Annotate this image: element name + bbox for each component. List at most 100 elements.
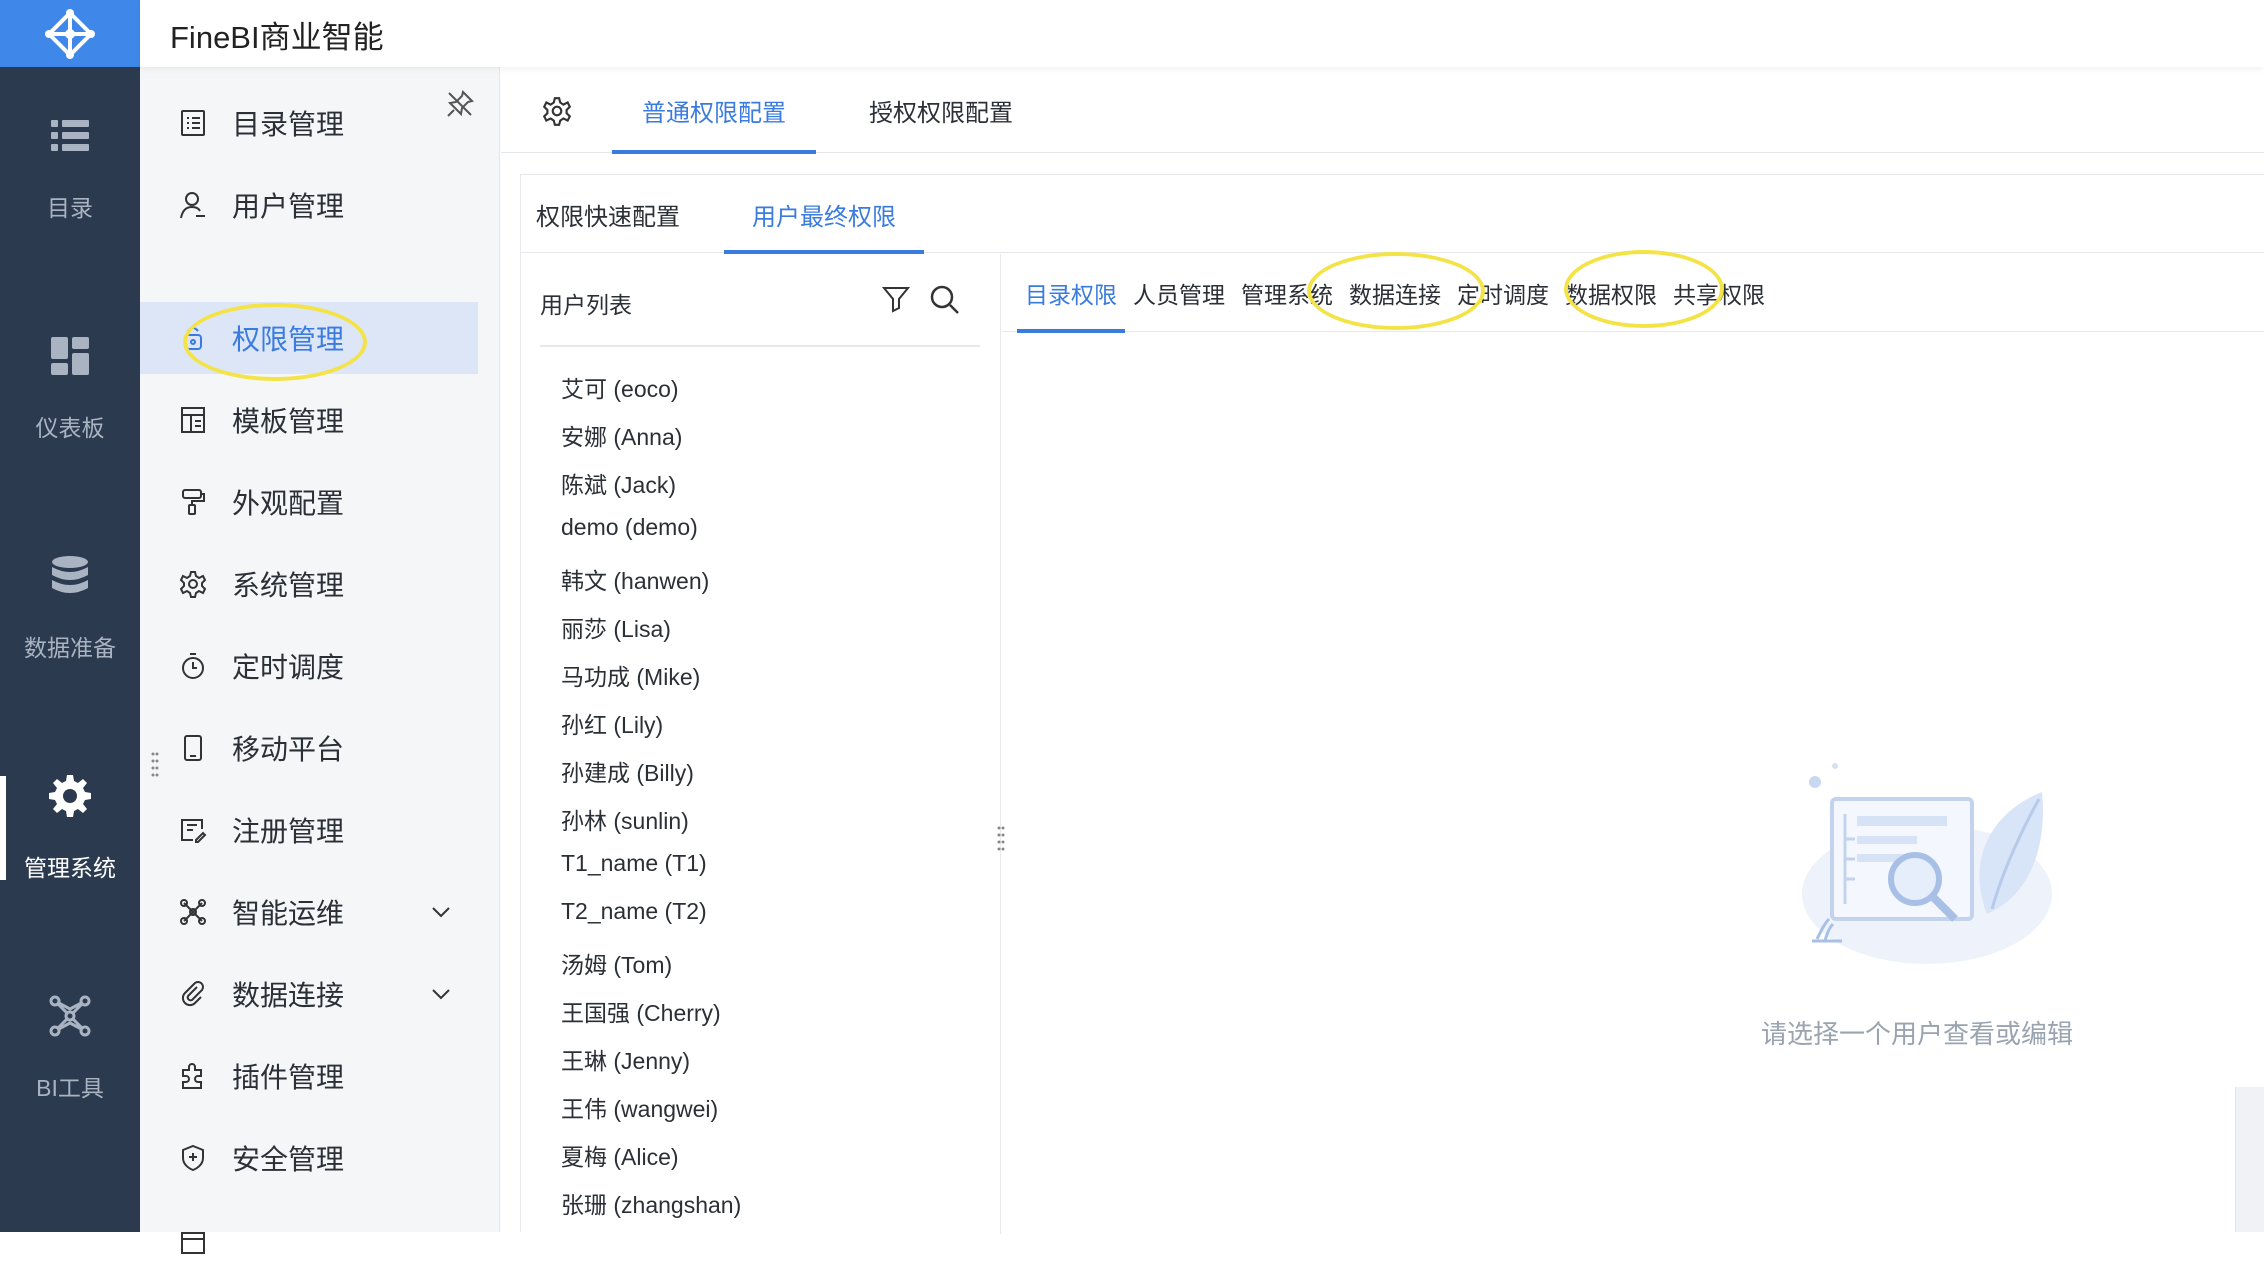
side-drawer-handle[interactable]	[2235, 1087, 2264, 1232]
sidebar-item-catalog[interactable]: 目录管理	[140, 87, 478, 159]
user-list-item[interactable]: 韩文 (hanwen)	[561, 562, 709, 596]
sidebar-item-system[interactable]: 系统管理	[140, 548, 478, 620]
tab-normal-permission[interactable]: 普通权限配置	[612, 67, 816, 154]
tab-quick-config[interactable]: 权限快速配置	[533, 175, 683, 253]
search-icon[interactable]	[929, 284, 961, 316]
user-list-panel: 用户列表 艾可 (eoco) 安娜 (Anna) 陈斌 (Jack) demo (de…	[521, 254, 1001, 1234]
divider	[540, 345, 980, 347]
tab-personnel[interactable]: 人员管理	[1125, 254, 1233, 332]
rail-item-bi-tools[interactable]: BI工具	[0, 958, 140, 1138]
database-icon	[52, 556, 88, 593]
sidebar-item-label: 权限管理	[232, 324, 345, 355]
user-list-item[interactable]: T1_name (T1)	[561, 850, 707, 877]
resize-handle[interactable]	[150, 751, 160, 779]
sub-tab-bar: 权限快速配置 用户最终权限	[521, 175, 2264, 254]
sidebar-item-appearance[interactable]: 外观配置	[140, 466, 478, 538]
sidebar-item-plugins[interactable]: 插件管理	[140, 1040, 478, 1112]
user-list-item[interactable]: 丽莎 (Lisa)	[561, 610, 671, 644]
admin-sidebar: 目录管理 用户管理 权限管理 模板管理 外观配置 系统管理 定时调度 移动平台 …	[140, 67, 500, 1254]
rail-item-data-prep[interactable]: 数据准备	[0, 518, 140, 698]
paint-roller-icon	[182, 489, 205, 515]
gear-icon	[49, 775, 91, 817]
rail-item-admin[interactable]: 管理系统	[0, 738, 140, 918]
logo[interactable]	[0, 0, 140, 67]
sidebar-item-label: 目录管理	[232, 109, 345, 140]
settings-icon	[179, 571, 207, 598]
filter-icon[interactable]	[881, 284, 911, 314]
tab-admin-system[interactable]: 管理系统	[1233, 254, 1341, 332]
sidebar-item-label: 外观配置	[232, 488, 345, 519]
user-list-item[interactable]: 夏梅 (Alice)	[561, 1138, 679, 1172]
user-list-item[interactable]: 安娜 (Anna)	[561, 418, 682, 452]
user-list-item[interactable]: 艾可 (eoco)	[561, 370, 679, 404]
app-title: FineBI商业智能	[170, 20, 384, 55]
template-icon	[181, 407, 205, 433]
permission-tab-bar: 目录权限 人员管理 管理系统 数据连接 定时调度 数据权限 共享权限	[1002, 250, 2264, 333]
user-list-item[interactable]: 汤姆 (Tom)	[561, 946, 672, 980]
user-list-item[interactable]: T2_name (T2)	[561, 898, 707, 925]
user-list-item[interactable]: demo (demo)	[561, 514, 698, 541]
main-content: 普通权限配置 授权权限配置 权限快速配置 用户最终权限 用户列表 艾可 (eoc…	[501, 67, 2264, 1234]
sidebar-item-label: 插件管理	[232, 1062, 345, 1093]
network-icon	[49, 995, 91, 1037]
dashboard-icon	[51, 337, 89, 375]
resize-handle[interactable]	[996, 825, 1006, 853]
rail-label: 数据准备	[24, 635, 116, 661]
tab-schedule[interactable]: 定时调度	[1449, 254, 1557, 332]
register-icon	[181, 819, 207, 843]
top-tab-bar: 普通权限配置 授权权限配置	[501, 67, 2264, 154]
shield-icon	[182, 1144, 204, 1172]
sidebar-item-label: 安全管理	[232, 1144, 345, 1175]
tab-catalog-permission[interactable]: 目录权限	[1017, 254, 1125, 333]
user-list-item[interactable]: 孙红 (Lily)	[561, 706, 663, 740]
ops-icon	[180, 899, 206, 925]
user-list-item[interactable]: 张珊 (zhangshan)	[561, 1186, 741, 1220]
user-icon	[180, 192, 205, 219]
empty-state-illustration	[1802, 763, 2052, 964]
user-list-title: 用户列表	[540, 292, 632, 318]
permission-detail: 目录权限 人员管理 管理系统 数据连接 定时调度 数据权限 共享权限 请选择一个…	[1002, 250, 2264, 1234]
list-icon	[51, 120, 89, 151]
chevron-down-icon[interactable]	[428, 981, 454, 1007]
rail-item-dashboard[interactable]: 仪表板	[0, 298, 140, 478]
sidebar-item-label: 模板管理	[232, 406, 345, 437]
catalog-icon	[181, 110, 205, 136]
sidebar-item-label: 定时调度	[232, 652, 345, 683]
sidebar-item-users[interactable]: 用户管理	[140, 169, 478, 241]
mobile-icon	[184, 735, 202, 761]
tab-data-connection[interactable]: 数据连接	[1341, 254, 1449, 332]
logo-icon	[45, 8, 95, 59]
settings-icon[interactable]	[541, 95, 573, 127]
plugin-icon	[182, 1063, 202, 1089]
rail-item-catalog[interactable]: 目录	[0, 78, 140, 258]
sidebar-item-schedule[interactable]: 定时调度	[140, 630, 478, 702]
tab-share-permission[interactable]: 共享权限	[1665, 254, 1773, 332]
top-header: FineBI商业智能	[140, 0, 2264, 67]
user-list-item[interactable]: 王伟 (wangwei)	[561, 1090, 718, 1124]
sidebar-item-register[interactable]: 注册管理	[140, 794, 478, 866]
tab-data-permission[interactable]: 数据权限	[1557, 254, 1665, 332]
user-list-item[interactable]: 陈斌 (Jack)	[561, 466, 676, 500]
chevron-down-icon[interactable]	[428, 899, 454, 925]
permission-icon	[184, 327, 202, 350]
sidebar-item-data-connection[interactable]: 数据连接	[140, 958, 478, 1030]
sidebar-item-partial[interactable]	[140, 1204, 478, 1276]
user-list-item[interactable]: 孙建成 (Billy)	[561, 754, 694, 788]
sidebar-item-label: 数据连接	[232, 980, 345, 1011]
tab-grant-permission[interactable]: 授权权限配置	[841, 67, 1041, 153]
tab-final-permission[interactable]: 用户最终权限	[724, 175, 924, 254]
sidebar-item-security[interactable]: 安全管理	[140, 1122, 478, 1194]
sidebar-item-permissions[interactable]: 权限管理	[140, 302, 478, 374]
user-list-item[interactable]: 王琳 (Jenny)	[561, 1042, 690, 1076]
sidebar-item-mobile[interactable]: 移动平台	[140, 712, 478, 784]
user-list-item[interactable]: 孙林 (sunlin)	[561, 802, 689, 836]
empty-state-text: 请选择一个用户查看或编辑	[1760, 1019, 2073, 1049]
user-list-item[interactable]: 马功成 (Mike)	[561, 658, 700, 692]
rail-label: 管理系统	[24, 855, 116, 881]
link-icon	[181, 981, 204, 1007]
sidebar-item-smart-ops[interactable]: 智能运维	[140, 876, 478, 948]
sidebar-item-label: 移动平台	[232, 734, 345, 765]
app-rail: 目录 仪表板 数据准备 管理系统 BI工具	[0, 0, 140, 1232]
user-list-item[interactable]: 王国强 (Cherry)	[561, 994, 721, 1028]
sidebar-item-templates[interactable]: 模板管理	[140, 384, 478, 456]
